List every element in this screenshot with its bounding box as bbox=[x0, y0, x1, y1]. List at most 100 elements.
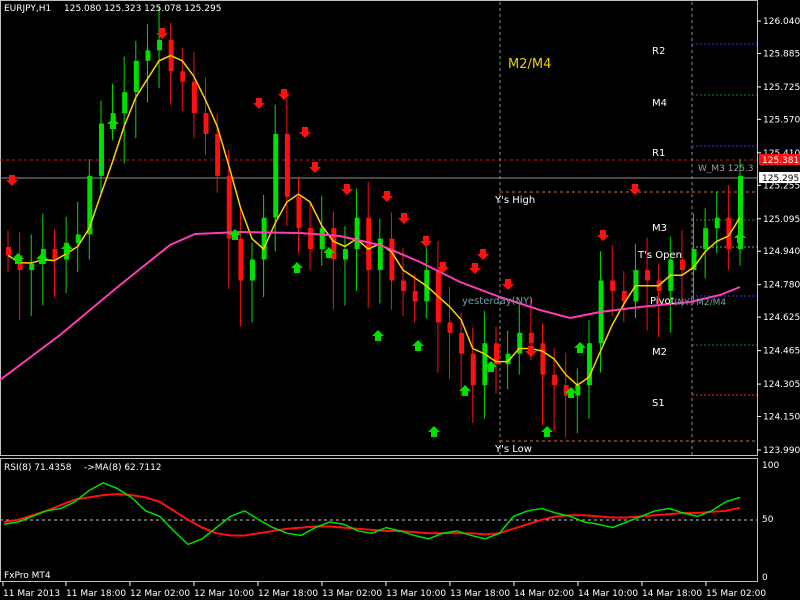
time-tick-label: 13 Mar 10:00 bbox=[386, 589, 446, 599]
up-arrow-icon bbox=[734, 232, 746, 243]
down-arrow-icon bbox=[398, 213, 410, 224]
down-arrow-icon bbox=[477, 249, 489, 260]
time-tick-label: 14 Mar 10:00 bbox=[578, 589, 638, 599]
candle-body bbox=[389, 238, 395, 281]
time-tick-label: 13 Mar 18:00 bbox=[450, 589, 510, 599]
candle-body bbox=[552, 374, 558, 386]
time-tick-label: 15 Mar 02:00 bbox=[706, 589, 766, 599]
signal-arrows bbox=[6, 28, 746, 437]
candle-body bbox=[714, 217, 720, 229]
candle-body bbox=[319, 228, 325, 250]
candle-body bbox=[29, 263, 35, 271]
price-tick-label: 125.095 bbox=[763, 215, 800, 225]
candle-body bbox=[645, 270, 651, 281]
candle-body bbox=[331, 228, 337, 260]
price-tick-label: 124.625 bbox=[763, 313, 800, 323]
level-w-m3: W_M3 125.3 bbox=[698, 164, 754, 174]
down-arrow-icon bbox=[309, 162, 321, 173]
candle-body bbox=[284, 134, 290, 197]
candle-body bbox=[145, 50, 151, 61]
rsi-tick-100: 100 bbox=[762, 461, 779, 471]
candle-body bbox=[412, 290, 418, 302]
candle-body bbox=[203, 113, 209, 135]
price-tick-label: 124.305 bbox=[763, 380, 800, 390]
up-arrow-icon bbox=[372, 330, 384, 341]
down-arrow-icon bbox=[525, 346, 537, 357]
price-axis: 126.040125.885125.725125.570125.410125.2… bbox=[757, 17, 800, 456]
main-chart-frame bbox=[0, 0, 758, 456]
price-tick-label: 125.885 bbox=[763, 49, 800, 59]
price-chart[interactable]: EURJPY,H1 125.080 125.323 125.078 125.29… bbox=[0, 0, 800, 600]
time-tick-label: 14 Mar 18:00 bbox=[642, 589, 702, 599]
level-ys-high: Y's High bbox=[494, 195, 535, 206]
level-ts-open: T's Open bbox=[637, 250, 682, 261]
candle-body bbox=[296, 196, 302, 229]
rsi-tick-0: 0 bbox=[762, 573, 768, 583]
price-tick-label: 125.725 bbox=[763, 83, 800, 93]
candle-body bbox=[342, 249, 348, 260]
up-arrow-icon bbox=[574, 342, 586, 353]
candle-body bbox=[447, 322, 453, 333]
label-ny-m2m4: (NY) M2/M4 bbox=[674, 298, 726, 308]
candle-body bbox=[528, 332, 534, 344]
candle-body bbox=[610, 280, 616, 291]
down-arrow-icon bbox=[629, 184, 641, 195]
candle-body bbox=[238, 238, 244, 281]
current-price-label: 125.295 bbox=[762, 174, 799, 184]
level-m3: M3 bbox=[652, 223, 667, 234]
candle-body bbox=[308, 228, 314, 250]
time-tick-label: 12 Mar 02:00 bbox=[130, 589, 190, 599]
candle-body bbox=[122, 92, 128, 114]
time-tick-label: 12 Mar 18:00 bbox=[258, 589, 318, 599]
candle-body bbox=[6, 247, 11, 256]
down-arrow-icon bbox=[420, 236, 432, 247]
candle-body bbox=[52, 249, 58, 260]
chart-symbol: EURJPY,H1 bbox=[4, 4, 51, 14]
candle-body bbox=[470, 353, 476, 386]
rsi-ma-label: ->MA(8) 62.7112 bbox=[84, 463, 162, 473]
down-arrow-icon bbox=[156, 28, 168, 39]
down-arrow-icon bbox=[469, 263, 481, 274]
down-arrow-icon bbox=[597, 230, 609, 241]
down-arrow-icon bbox=[502, 279, 514, 290]
price-tick-label: 125.570 bbox=[763, 115, 800, 125]
rsi-lines bbox=[3, 481, 741, 546]
candle-body bbox=[401, 280, 407, 291]
up-arrow-icon bbox=[107, 118, 119, 129]
up-arrow-icon bbox=[412, 340, 424, 351]
candle-body bbox=[157, 39, 163, 51]
time-tick-label: 11 Mar 2013 bbox=[3, 589, 60, 599]
down-arrow-icon bbox=[253, 98, 265, 109]
down-arrow-icon bbox=[299, 127, 311, 138]
rsi-line bbox=[3, 481, 741, 546]
level-m4: M4 bbox=[652, 98, 667, 109]
candle-body bbox=[703, 228, 709, 250]
down-arrow-icon bbox=[381, 191, 393, 202]
down-arrow-icon bbox=[6, 175, 18, 186]
candle-body bbox=[191, 81, 197, 114]
price-tick-label: 124.940 bbox=[763, 247, 800, 257]
candle-body bbox=[679, 259, 685, 271]
candle-body bbox=[261, 217, 267, 260]
candle-body bbox=[540, 343, 546, 375]
time-tick-label: 13 Mar 02:00 bbox=[322, 589, 382, 599]
up-arrow-icon bbox=[541, 426, 553, 437]
price-tick-label: 124.465 bbox=[763, 347, 800, 357]
up-arrow-icon bbox=[428, 426, 440, 437]
chart-ohlc: 125.080 125.323 125.078 125.295 bbox=[64, 4, 221, 14]
level-pivot: Pivot bbox=[650, 296, 675, 307]
level-r1: R1 bbox=[652, 148, 665, 159]
up-arrow-icon bbox=[61, 243, 73, 254]
up-arrow-icon bbox=[291, 262, 303, 273]
price-tick-label: 124.150 bbox=[763, 413, 800, 423]
time-axis: 11 Mar 2013 11 Mar 18:00 12 Mar 02:00 12 Ma… bbox=[2, 582, 766, 599]
rsi-ma-line bbox=[3, 492, 741, 537]
level-r2: R2 bbox=[652, 46, 665, 57]
candle-body bbox=[354, 217, 360, 250]
time-tick-label: 14 Mar 02:00 bbox=[514, 589, 574, 599]
price-tick-label: 123.990 bbox=[763, 446, 800, 456]
candle-body bbox=[215, 134, 221, 176]
candles bbox=[6, 7, 743, 438]
down-arrow-icon bbox=[278, 89, 290, 100]
label-yesterday-ny: yesterday(NY) bbox=[462, 296, 533, 307]
